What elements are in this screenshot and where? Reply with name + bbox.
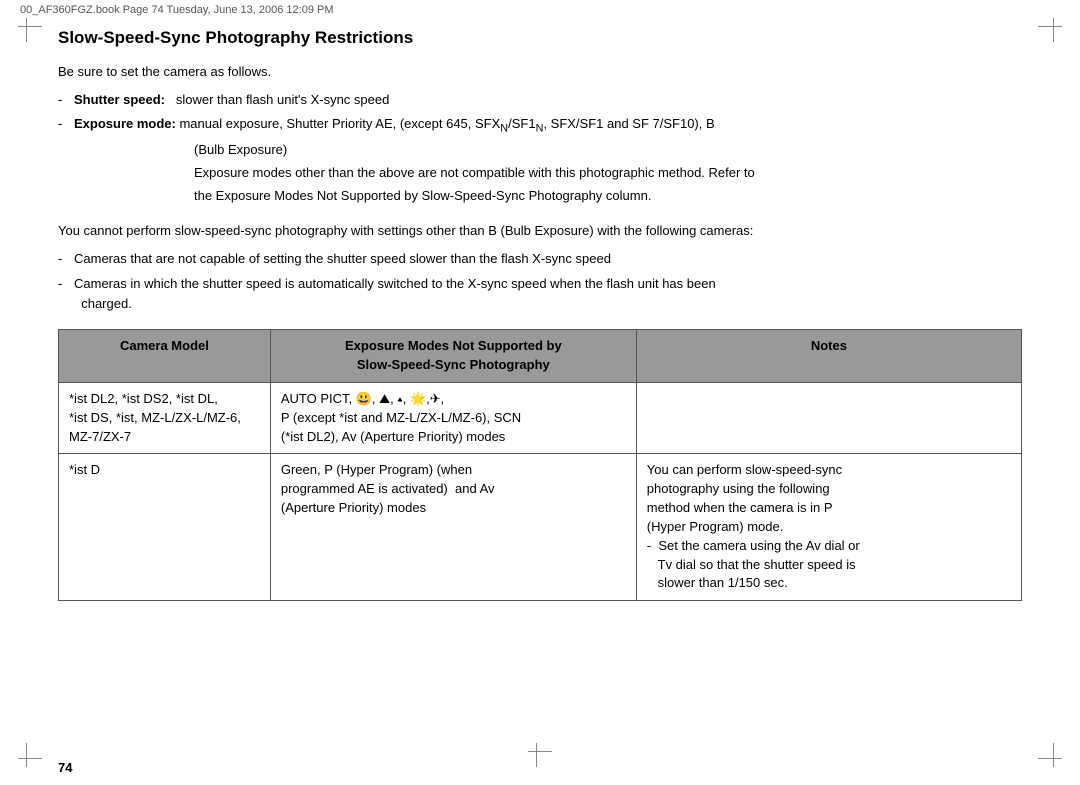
bullet-dash-1: -: [58, 90, 72, 111]
bullet-shutter-speed: - Shutter speed: slower than flash unit'…: [58, 90, 1022, 111]
file-path: 00_AF360FGZ.book Page 74 Tuesday, June 1…: [20, 4, 334, 16]
paragraph-cannot-perform: You cannot perform slow-speed-sync photo…: [58, 221, 1022, 241]
bullet-cameras-not-capable: - Cameras that are not capable of settin…: [58, 249, 1022, 270]
table-cell-notes-1: [636, 382, 1021, 454]
page-title: Slow-Speed-Sync Photography Restrictions: [58, 28, 1022, 48]
bottom-center-mark: [528, 743, 552, 767]
bullet-content-4: Cameras in which the shutter speed is au…: [74, 274, 1022, 316]
bullet-exposure-mode: - Exposure mode: manual exposure, Shutte…: [58, 114, 1022, 208]
table-row: *ist D Green, P (Hyper Program) (when pr…: [59, 454, 1022, 601]
indent-bulb: (Bulb Exposure): [194, 140, 1022, 161]
table-cell-exposure-2: Green, P (Hyper Program) (when programme…: [270, 454, 636, 601]
corner-mark-bottom-right: [1038, 743, 1062, 767]
bullet-content-1: Shutter speed: slower than flash unit's …: [74, 90, 1022, 111]
page-number: 74: [58, 760, 72, 775]
intro-text: Be sure to set the camera as follows.: [58, 62, 1022, 82]
indent-exposure-note2: the Exposure Modes Not Supported by Slow…: [194, 186, 1022, 207]
main-content: Slow-Speed-Sync Photography Restrictions…: [58, 20, 1022, 745]
bullet-cameras-switched: - Cameras in which the shutter speed is …: [58, 274, 1022, 316]
table-cell-camera-2: *ist D: [59, 454, 271, 601]
table-header-exposure: Exposure Modes Not Supported bySlow-Spee…: [270, 330, 636, 383]
table-cell-notes-2: You can perform slow-speed-sync photogra…: [636, 454, 1021, 601]
bullet-dash-4: -: [58, 274, 72, 316]
corner-mark-bottom-left: [18, 743, 42, 767]
table-cell-exposure-1: AUTO PICT, 😃, ⛰, ▴, 🌟,✈, P (except *ist …: [270, 382, 636, 454]
page-container: 00_AF360FGZ.book Page 74 Tuesday, June 1…: [0, 0, 1080, 785]
table-row: *ist DL2, *ist DS2, *ist DL, *ist DS, *i…: [59, 382, 1022, 454]
bullet-dash-3: -: [58, 249, 72, 270]
corner-mark-top-left: [18, 18, 42, 42]
bullet-dash-2: -: [58, 114, 72, 208]
restrictions-table: Camera Model Exposure Modes Not Supporte…: [58, 329, 1022, 601]
indent-exposure-note: Exposure modes other than the above are …: [194, 163, 1022, 184]
bullet-content-2: Exposure mode: manual exposure, Shutter …: [74, 114, 1022, 208]
table-header-notes: Notes: [636, 330, 1021, 383]
bullet-content-3: Cameras that are not capable of setting …: [74, 249, 1022, 270]
corner-mark-top-right: [1038, 18, 1062, 42]
top-bar: 00_AF360FGZ.book Page 74 Tuesday, June 1…: [0, 0, 1080, 20]
table-cell-camera-1: *ist DL2, *ist DS2, *ist DL, *ist DS, *i…: [59, 382, 271, 454]
table-header-camera: Camera Model: [59, 330, 271, 383]
